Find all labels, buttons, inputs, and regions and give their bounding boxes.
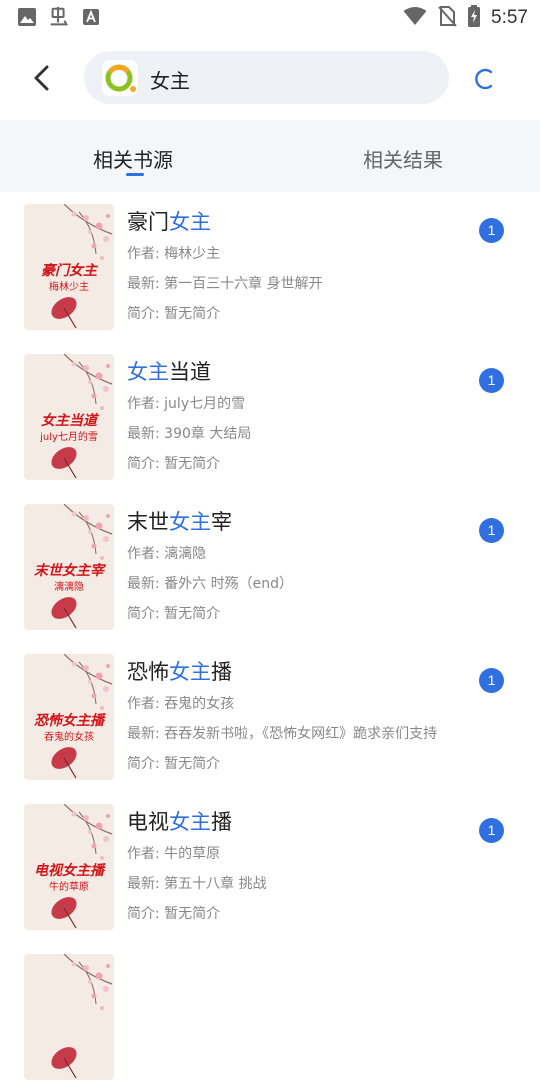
title-highlight: 女主 bbox=[169, 510, 211, 534]
book-result-item[interactable]: 女主当道 july七月的雪 女主当道 作者: july七月的雪 最新: 390章… bbox=[0, 342, 540, 492]
book-result-item[interactable]: 豪门女主 梅林少主 豪门女主 作者: 梅林少主 最新: 第一百三十六章 身世解开… bbox=[0, 192, 540, 342]
title-prefix: 电视 bbox=[127, 810, 169, 834]
book-title: 恐怖女主播 bbox=[127, 656, 232, 686]
title-suffix: 宰 bbox=[211, 510, 232, 534]
top-bar: 女主 bbox=[0, 40, 540, 116]
cover-author: 吞鬼的女孩 bbox=[44, 732, 94, 743]
book-intro: 简介: 暂无简介 bbox=[127, 756, 221, 772]
book-cover: 恐怖女主播 吞鬼的女孩 bbox=[24, 654, 114, 780]
battery-charging-icon bbox=[467, 5, 481, 31]
book-author: 作者: 牛的草原 bbox=[127, 846, 221, 862]
book-latest-chapter: 最新: 番外六 时殇（end） bbox=[127, 576, 293, 592]
book-cover: 电视女主播 牛的草原 bbox=[24, 804, 114, 930]
no-sim-icon bbox=[437, 5, 457, 31]
cover-title: 电视女主播 bbox=[34, 863, 104, 879]
cover-title: 恐怖女主播 bbox=[34, 713, 104, 729]
active-tab-indicator bbox=[126, 173, 144, 176]
cover-title: 末世女主宰 bbox=[34, 563, 104, 579]
book-result-item[interactable]: 恐怖女主播 吞鬼的女孩 恐怖女主播 作者: 吞鬼的女孩 最新: 吞吞发新书啦，《… bbox=[0, 642, 540, 792]
title-suffix: 当道 bbox=[169, 360, 211, 384]
book-latest-chapter: 最新: 第五十八章 挑战 bbox=[127, 876, 267, 892]
book-author: 作者: 吞鬼的女孩 bbox=[127, 696, 235, 712]
source-count-badge: 1 bbox=[479, 668, 504, 693]
book-intro: 简介: 暂无简介 bbox=[127, 906, 221, 922]
cover-title: 豪门女主 bbox=[41, 263, 97, 279]
title-highlight: 女主 bbox=[127, 360, 169, 384]
title-prefix: 豪门 bbox=[127, 210, 169, 234]
back-arrow-icon[interactable] bbox=[26, 62, 58, 94]
cover-author: july七月的雪 bbox=[40, 432, 98, 443]
source-count-badge: 1 bbox=[479, 518, 504, 543]
book-cover: 女主当道 july七月的雪 bbox=[24, 354, 114, 480]
book-result-item[interactable]: 电视女主播 牛的草原 电视女主播 作者: 牛的草原 最新: 第五十八章 挑战 简… bbox=[0, 792, 540, 942]
source-count-badge: 1 bbox=[479, 218, 504, 243]
book-cover: 豪门女主 梅林少主 bbox=[24, 204, 114, 330]
title-prefix: 末世 bbox=[127, 510, 169, 534]
title-highlight: 女主 bbox=[169, 810, 211, 834]
book-title: 豪门女主 bbox=[127, 206, 211, 236]
search-input[interactable]: 女主 bbox=[150, 65, 190, 94]
title-prefix: 恐怖 bbox=[127, 660, 169, 684]
a-box-icon bbox=[80, 6, 102, 28]
tab-bar: 相关书源 相关结果 bbox=[0, 120, 540, 192]
search-box[interactable]: 女主 bbox=[84, 51, 449, 104]
book-intro: 简介: 暂无简介 bbox=[127, 606, 221, 622]
book-intro: 简介: 暂无简介 bbox=[127, 306, 221, 322]
image-icon bbox=[16, 6, 38, 28]
book-title: 末世女主宰 bbox=[127, 506, 232, 536]
clock: 5:57 bbox=[491, 7, 528, 28]
book-title: 电视女主播 bbox=[127, 806, 232, 836]
wifi-icon bbox=[403, 6, 427, 30]
tab-related-results[interactable]: 相关结果 bbox=[363, 144, 443, 173]
title-suffix: 播 bbox=[211, 810, 232, 834]
app-glyph-icon bbox=[48, 6, 70, 28]
app-logo-icon bbox=[102, 60, 138, 96]
tab-related-sources[interactable]: 相关书源 bbox=[93, 144, 173, 173]
cover-author: 漓漓隐 bbox=[54, 582, 84, 593]
cover-author: 梅林少主 bbox=[49, 282, 89, 293]
book-cover: 末世女主宰 漓漓隐 bbox=[24, 504, 114, 630]
book-title: 女主当道 bbox=[127, 356, 211, 386]
book-cover bbox=[24, 954, 114, 1080]
cover-title: 女主当道 bbox=[41, 413, 97, 429]
cover-author: 牛的草原 bbox=[49, 882, 89, 893]
source-count-badge: 1 bbox=[479, 818, 504, 843]
book-result-item-partial[interactable] bbox=[0, 942, 540, 1092]
book-intro: 简介: 暂无简介 bbox=[127, 456, 221, 472]
cover-art bbox=[24, 954, 114, 1080]
loading-spinner-icon bbox=[472, 66, 498, 92]
book-result-item[interactable]: 末世女主宰 漓漓隐 末世女主宰 作者: 漓漓隐 最新: 番外六 时殇（end） … bbox=[0, 492, 540, 642]
book-author: 作者: 梅林少主 bbox=[127, 246, 221, 262]
source-count-badge: 1 bbox=[479, 368, 504, 393]
book-author: 作者: july七月的雪 bbox=[127, 396, 246, 412]
status-bar: 5:57 bbox=[0, 0, 540, 36]
title-suffix: 播 bbox=[211, 660, 232, 684]
book-latest-chapter: 最新: 吞吞发新书啦，《恐怖女网红》跪求亲们支持 bbox=[127, 726, 438, 742]
book-latest-chapter: 最新: 390章 大结局 bbox=[127, 426, 252, 442]
title-highlight: 女主 bbox=[169, 660, 211, 684]
book-latest-chapter: 最新: 第一百三十六章 身世解开 bbox=[127, 276, 323, 292]
title-highlight: 女主 bbox=[169, 210, 211, 234]
book-author: 作者: 漓漓隐 bbox=[127, 546, 207, 562]
